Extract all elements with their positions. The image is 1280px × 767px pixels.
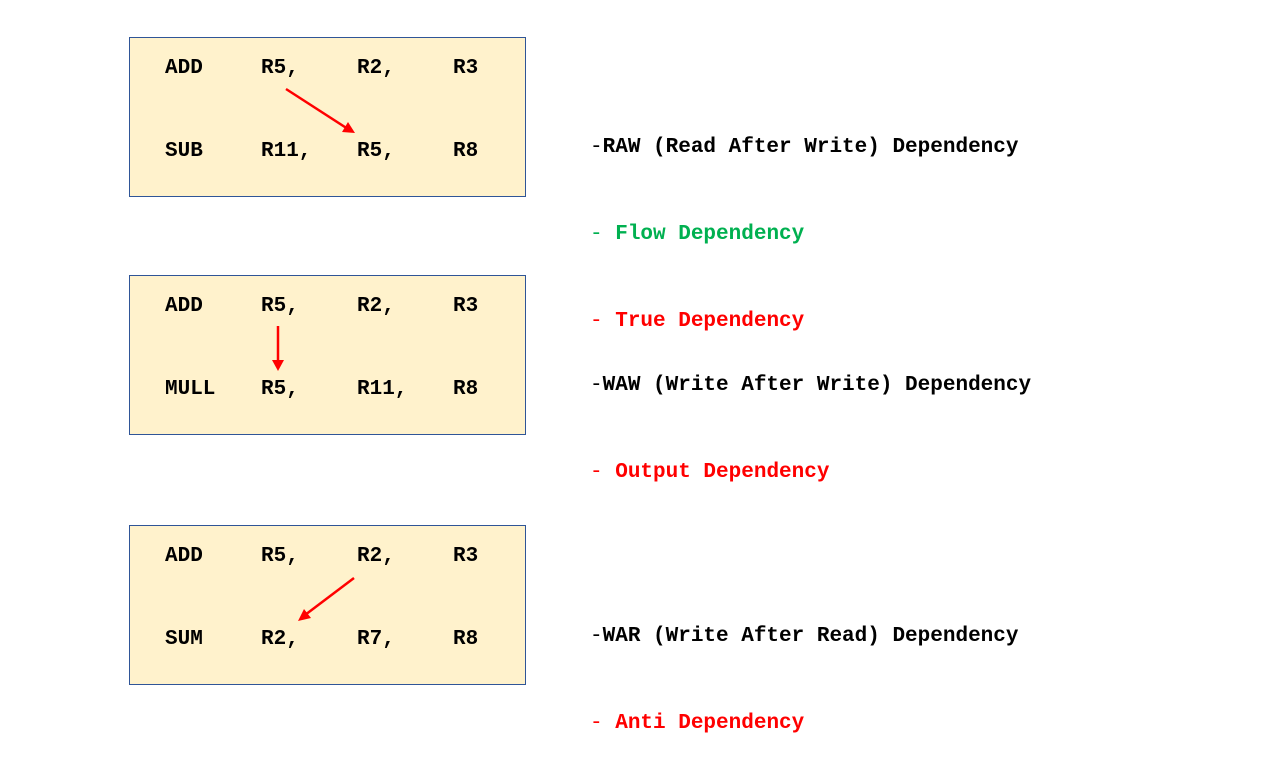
- output-dependency-note: - Output Dependency: [590, 461, 830, 484]
- war-heading: -WAR (Write After Read) Dependency: [590, 625, 1019, 648]
- raw-heading: -RAW (Read After Write) Dependency: [590, 136, 1019, 159]
- waw-dependency-arrow: [272, 326, 284, 371]
- raw-dependency-arrow: [285, 87, 355, 133]
- waw-description: -WAW (Write After Write) Dependency - Ou…: [590, 313, 1031, 516]
- raw-code-box: ADD R5, R2, R3 SUB R11, R5, R8: [129, 37, 526, 197]
- waw-heading: -WAW (Write After Write) Dependency: [590, 374, 1032, 397]
- war-dependency-arrow: [298, 577, 355, 621]
- war-code-box: ADD R5, R2, R3 SUM R2, R7, R8: [129, 525, 526, 685]
- waw-code-box: ADD R5, R2, R3 MULL R5, R11, R8: [129, 275, 526, 435]
- anti-dependency-note: - Anti Dependency: [590, 712, 805, 735]
- flow-dependency-note: - Flow Dependency: [590, 223, 805, 246]
- war-description: -WAR (Write After Read) Dependency - Ant…: [590, 564, 1018, 767]
